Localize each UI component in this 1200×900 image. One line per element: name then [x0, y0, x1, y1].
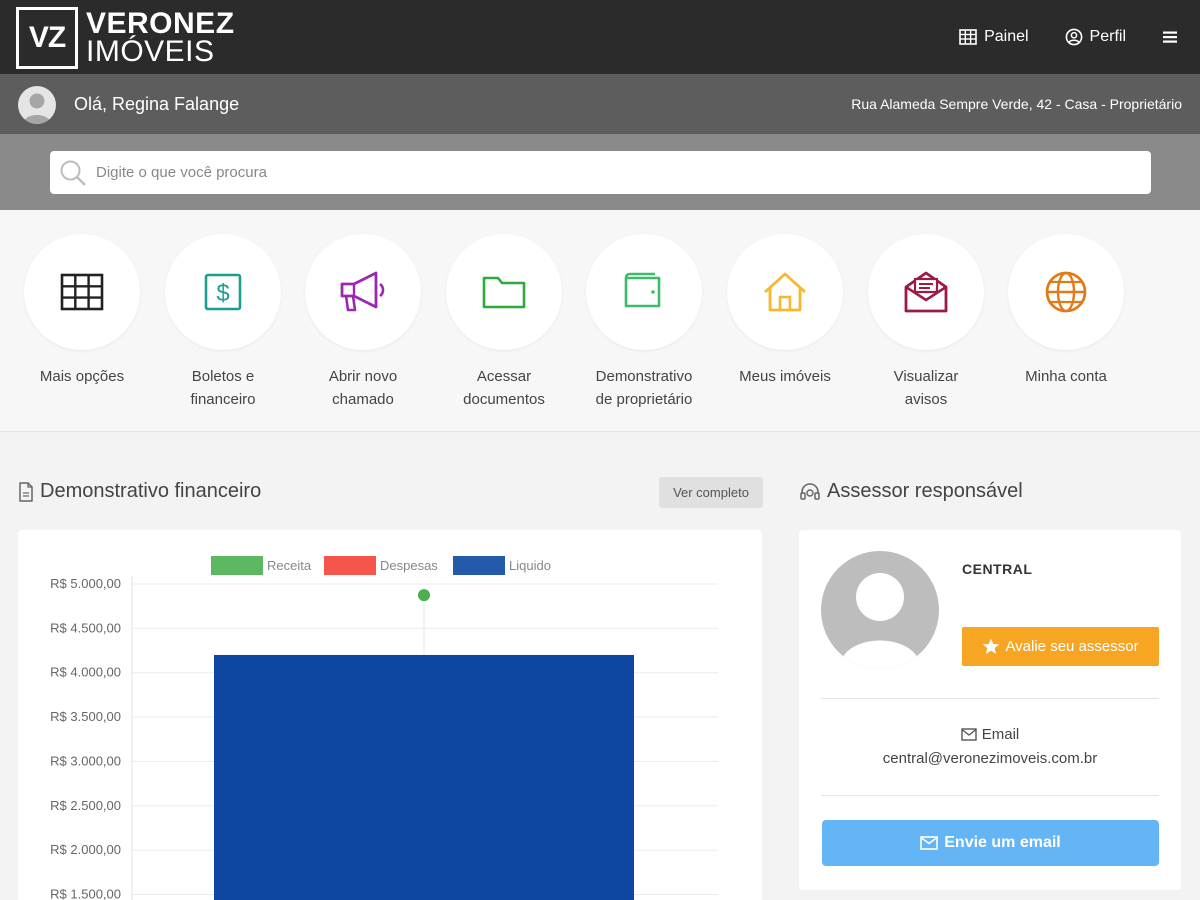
brand-logo[interactable]: VZ VERONEZ IMÓVEIS: [16, 7, 235, 69]
top-nav: Painel Perfil: [959, 28, 1178, 46]
financial-title: Demonstrativo financeiro: [40, 480, 262, 502]
document-icon: [19, 481, 33, 502]
divider: [821, 795, 1159, 796]
shortcut-circle: [586, 234, 702, 350]
hamburger-icon: [1163, 31, 1177, 43]
financial-section-title: Demonstrativo financeiro: [18, 480, 261, 503]
shortcut-label: Boletos e financeiro: [190, 368, 256, 408]
advisor-avatar: [821, 551, 939, 669]
painel-link[interactable]: Painel: [959, 28, 1029, 46]
shortcut-boletos[interactable]: $ Boletos e financeiro: [153, 234, 293, 411]
search-box[interactable]: [50, 151, 1151, 194]
legend-swatch: [324, 556, 376, 575]
user-greeting: Olá, Regina Falange: [74, 94, 240, 114]
rate-advisor-button[interactable]: Avalie seu assessor: [962, 627, 1159, 666]
view-full-button[interactable]: Ver completo: [659, 477, 763, 508]
y-tick-label: R$ 3.500,00: [50, 709, 121, 724]
legend-label: Liquido: [509, 558, 551, 573]
top-navbar: VZ VERONEZ IMÓVEIS Painel Perfil: [0, 0, 1200, 74]
legend-label: Receita: [267, 558, 312, 573]
shortcut-label: Mais opções: [39, 368, 125, 385]
shortcut-label: Acessar documentos: [463, 368, 545, 408]
shortcut-row: Mais opções $ Boletos e financeiro Abrir …: [0, 210, 1200, 432]
advisor-email[interactable]: central@veronezimoveis.com.br: [799, 750, 1181, 767]
rate-advisor-label: Avalie seu assessor: [1005, 638, 1139, 655]
y-tick-label: R$ 5.000,00: [50, 576, 121, 591]
perfil-link[interactable]: Perfil: [1065, 28, 1126, 46]
shortcut-mais-opcoes[interactable]: Mais opções: [12, 234, 152, 388]
financial-chart-card: Receita Despesas Liquido R$ 5.000,00 R$ 4.50…: [18, 530, 762, 900]
perfil-label: Perfil: [1089, 28, 1126, 45]
send-email-label: Envie um email: [944, 834, 1061, 851]
shortcut-avisos[interactable]: Visualizar avisos: [856, 234, 996, 411]
y-tick-label: R$ 2.500,00: [50, 798, 121, 813]
property-address[interactable]: Rua Alameda Sempre Verde, 42 - Casa - Pr…: [851, 96, 1182, 112]
envelope-icon: [920, 836, 939, 850]
advisor-name: CENTRAL: [962, 561, 1033, 577]
menu-button[interactable]: [1162, 30, 1178, 44]
shortcut-abrir-chamado[interactable]: Abrir novo chamado: [293, 234, 433, 411]
shortcut-circle: [305, 234, 421, 350]
shortcut-meus-imoveis[interactable]: Meus imóveis: [715, 234, 855, 388]
y-tick-label: R$ 4.000,00: [50, 665, 121, 680]
shortcut-label: Visualizar avisos: [893, 368, 959, 408]
user-silhouette-icon: [23, 93, 51, 124]
shortcut-label: Demonstrativo de proprietário: [595, 368, 693, 408]
search-icon: [60, 160, 86, 186]
wallet-icon: [624, 272, 661, 308]
dollar-bill-icon: $: [204, 273, 242, 311]
svg-text:$: $: [216, 280, 229, 307]
logo-name-line2: IMÓVEIS: [86, 35, 215, 68]
shortcut-label: Abrir novo chamado: [328, 368, 398, 408]
email-label: Email: [981, 726, 1020, 743]
search-band: [0, 134, 1200, 210]
painel-label: Painel: [984, 28, 1029, 45]
mail-open-icon: [904, 271, 948, 313]
user-silhouette-icon: [839, 573, 921, 669]
financial-chart: Receita Despesas Liquido R$ 5.000,00 R$ 4.50…: [50, 556, 718, 900]
advisor-card: CENTRAL Avalie seu assessor Email centra…: [799, 530, 1181, 890]
send-email-button[interactable]: Envie um email: [822, 820, 1159, 866]
envelope-icon: [961, 728, 977, 741]
email-heading: Email: [799, 726, 1181, 743]
logo-text: VERONEZ IMÓVEIS: [86, 7, 235, 68]
search-input[interactable]: [96, 151, 1151, 194]
point-receita: [418, 589, 430, 602]
grid-icon: [60, 273, 104, 311]
shortcut-circle: $: [165, 234, 281, 350]
bar-liquido: [214, 654, 634, 900]
shortcut-label: Minha conta: [1025, 368, 1107, 385]
user-bar: Olá, Regina Falange Rua Alameda Sempre V…: [0, 74, 1200, 134]
y-tick-label: R$ 3.000,00: [50, 753, 121, 768]
logo-name-line1: VERONEZ: [86, 7, 235, 40]
divider: [821, 698, 1159, 699]
megaphone-icon: [340, 271, 385, 312]
star-icon: [983, 638, 1000, 654]
shortcut-circle: [727, 234, 843, 350]
shortcut-label: Meus imóveis: [739, 368, 831, 385]
shortcut-circle: [1008, 234, 1124, 350]
legend-label: Despesas: [380, 558, 438, 573]
y-tick-label: R$ 1.500,00: [50, 886, 121, 900]
advisor-section-title: Assessor responsável: [799, 480, 1023, 503]
y-tick-label: R$ 4.500,00: [50, 620, 121, 635]
shortcut-circle: [24, 234, 140, 350]
shortcut-documentos[interactable]: Acessar documentos: [434, 234, 574, 411]
avatar[interactable]: [18, 86, 56, 124]
legend-swatch: [453, 556, 505, 575]
globe-icon: [1045, 271, 1087, 313]
shortcut-circle: [446, 234, 562, 350]
table-icon: [959, 29, 977, 45]
y-tick-label: R$ 2.000,00: [50, 842, 121, 857]
shortcut-demonstrativo[interactable]: Demonstrativo de proprietário: [574, 234, 714, 411]
legend-swatch: [211, 556, 263, 575]
shortcut-circle: [868, 234, 984, 350]
headset-icon: [800, 482, 820, 500]
advisor-title: Assessor responsável: [827, 480, 1023, 502]
logo-mark: VZ: [16, 7, 78, 69]
house-icon: [764, 272, 806, 312]
folder-icon: [482, 276, 526, 309]
user-circle-icon: [1065, 28, 1082, 46]
shortcut-minha-conta[interactable]: Minha conta: [996, 234, 1136, 388]
